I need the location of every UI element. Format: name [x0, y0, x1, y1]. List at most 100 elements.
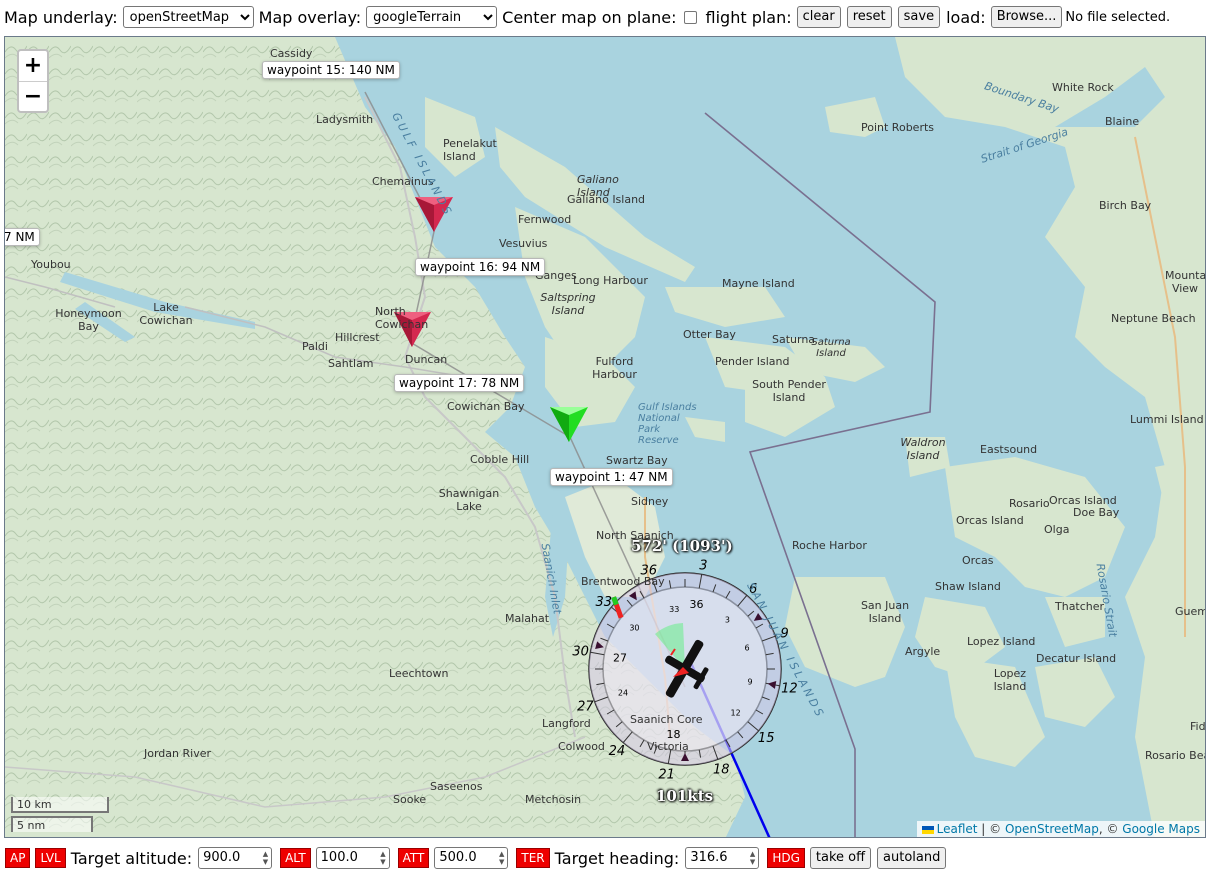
- map-view[interactable]: 36 3 6 9 12 15 18 21 24 27 30 33 33 36 3 6 9 12 18 24 27 30 C…: [4, 36, 1206, 838]
- place-waldron: Waldron Island: [900, 436, 946, 462]
- place-saturna: Saturna: [772, 333, 816, 346]
- place-cowichan-bay: Cowichan Bay: [447, 400, 525, 413]
- waypoint-offscreen-label[interactable]: 7 NM: [5, 228, 40, 246]
- waypoint-15-label[interactable]: waypoint 15: 140 NM: [262, 61, 400, 79]
- place-roche-harbor: Roche Harbor: [792, 539, 867, 552]
- compass-inner-label: 27: [613, 652, 627, 665]
- compass-tick: [606, 623, 615, 629]
- compass-tick: [596, 682, 605, 686]
- spinner-icon[interactable]: ▲ ▼: [380, 850, 385, 866]
- place-orcas: Orcas: [962, 554, 994, 567]
- place-cobble-hill: Cobble Hill: [470, 453, 530, 466]
- target-heading-value: 316.6: [690, 850, 728, 865]
- compass-tick: [725, 739, 731, 748]
- flight-plan-label: flight plan:: [705, 7, 792, 27]
- map-attribution: Leaflet | © OpenStreetMap, © Google Maps: [916, 821, 1205, 837]
- compass-tick: [639, 590, 645, 599]
- compass-marker: [628, 591, 637, 601]
- target-altitude-value: 900.0: [203, 850, 241, 865]
- spinner-icon[interactable]: ▲ ▼: [499, 850, 504, 866]
- place-north-cowichan: North Cowichan: [375, 305, 429, 331]
- att-value: 500.0: [439, 850, 477, 865]
- place-youbou: Youbou: [31, 258, 71, 271]
- underlay-select[interactable]: openStreetMap: [122, 6, 254, 28]
- place-saanich-core: Saanich Core: [630, 713, 703, 726]
- place-eastsound: Eastsound: [980, 443, 1038, 456]
- center-map-checkbox[interactable]: [683, 10, 697, 24]
- place-san-juan-island: San Juan Island: [860, 599, 910, 625]
- compass-tick: [737, 595, 748, 607]
- compass-marker: [595, 641, 604, 650]
- hdg-toggle[interactable]: HDG: [767, 848, 805, 868]
- browse-button[interactable]: Browse...: [990, 6, 1063, 28]
- compass-marker: [767, 681, 777, 689]
- compass-inner-label: 33: [669, 605, 679, 614]
- att-input[interactable]: 500.0 ▲ ▼: [434, 847, 509, 869]
- alt-input[interactable]: 100.0 ▲ ▼: [315, 847, 390, 869]
- place-penelakut: Penelakut Island: [443, 137, 497, 163]
- compass-tick: [698, 574, 703, 589]
- zoom-in-button[interactable]: +: [19, 51, 47, 81]
- ap-toggle[interactable]: AP: [5, 848, 31, 868]
- reset-button[interactable]: reset: [846, 6, 892, 28]
- waypoint-16-label[interactable]: waypoint 16: 94 NM: [415, 258, 546, 276]
- place-fernwood: Fernwood: [518, 213, 572, 226]
- altitude-readout: 572' (1093'): [631, 537, 733, 555]
- place-saturna-island: Saturna Island: [811, 337, 851, 359]
- scale-km: 10 km: [11, 797, 109, 813]
- take-off-button[interactable]: take off: [809, 847, 872, 869]
- compass-tick: [626, 599, 633, 607]
- place-brentwood: Brentwood Bay: [581, 575, 665, 588]
- top-toolbar: Map underlay: openStreetMap Map overlay:…: [4, 5, 1170, 29]
- compass-tick: [594, 696, 609, 703]
- spinner-icon[interactable]: ▲ ▼: [263, 850, 268, 866]
- place-birch-bay: Birch Bay: [1099, 199, 1152, 212]
- compass-inner-label: 36: [690, 598, 704, 611]
- spinner-icon[interactable]: ▲ ▼: [750, 850, 755, 866]
- att-toggle[interactable]: ATT: [397, 848, 430, 868]
- alt-toggle[interactable]: ALT: [280, 848, 311, 868]
- save-button[interactable]: save: [897, 6, 941, 28]
- compass-tick: [737, 731, 744, 739]
- compass-inner-label: 30: [629, 624, 639, 633]
- place-sahtlam: Sahtlam: [328, 357, 374, 370]
- compass-tick: [747, 610, 755, 617]
- lvl-toggle[interactable]: LVL: [35, 848, 66, 868]
- place-duncan: Duncan: [405, 353, 448, 366]
- target-heading-input[interactable]: 316.6 ▲ ▼: [685, 847, 760, 869]
- target-heading-label: Target heading:: [554, 848, 680, 868]
- compass-tick: [747, 721, 759, 732]
- place-fulford: Fulford Harbour: [592, 355, 637, 381]
- zoom-out-button[interactable]: −: [19, 81, 47, 111]
- place-honeymoon-bay: Honeymoon Bay: [55, 307, 122, 333]
- compass-tick: [639, 739, 645, 748]
- place-lummi: Lummi Island: [1130, 413, 1204, 426]
- compass-tick: [755, 709, 764, 715]
- clear-button[interactable]: clear: [796, 6, 841, 28]
- place-ladysmith: Ladysmith: [316, 113, 374, 126]
- place-orcas-island-2: Orcas Island: [956, 514, 1024, 527]
- autoland-button[interactable]: autoland: [877, 847, 947, 869]
- compass-inner-label: 3: [725, 615, 730, 624]
- target-altitude-input[interactable]: 900.0 ▲ ▼: [198, 847, 273, 869]
- waypoint-17-label[interactable]: waypoint 17: 78 NM: [394, 374, 525, 392]
- place-argyle: Argyle: [905, 645, 941, 658]
- compass-tick: [725, 590, 731, 599]
- place-victoria: Victoria: [647, 740, 689, 753]
- osm-link[interactable]: OpenStreetMap: [1005, 822, 1099, 836]
- leaflet-link[interactable]: Leaflet: [937, 822, 978, 836]
- place-vesuvius: Vesuvius: [499, 237, 548, 250]
- google-link[interactable]: Google Maps: [1122, 822, 1200, 836]
- place-guemes: Guemes: [1175, 605, 1205, 618]
- overlay-select[interactable]: googleTerrain: [366, 6, 498, 28]
- place-sidney: Sidney: [631, 495, 669, 508]
- compass-outer-label: 30: [572, 645, 589, 660]
- place-metchosin: Metchosin: [525, 793, 582, 806]
- ter-toggle[interactable]: TER: [516, 848, 550, 868]
- compass-outer-label: 15: [758, 731, 775, 746]
- waypoint-1-label[interactable]: waypoint 1: 47 NM: [550, 468, 673, 486]
- place-gulf-islands-park: Gulf Islands National Park Reserve: [638, 402, 697, 446]
- place-mountain-view: Mountain View: [1165, 269, 1206, 295]
- compass-overlay: 36 3691215182124273033 33 363691218242730: [572, 559, 797, 783]
- compass-inner-label: 12: [731, 708, 741, 717]
